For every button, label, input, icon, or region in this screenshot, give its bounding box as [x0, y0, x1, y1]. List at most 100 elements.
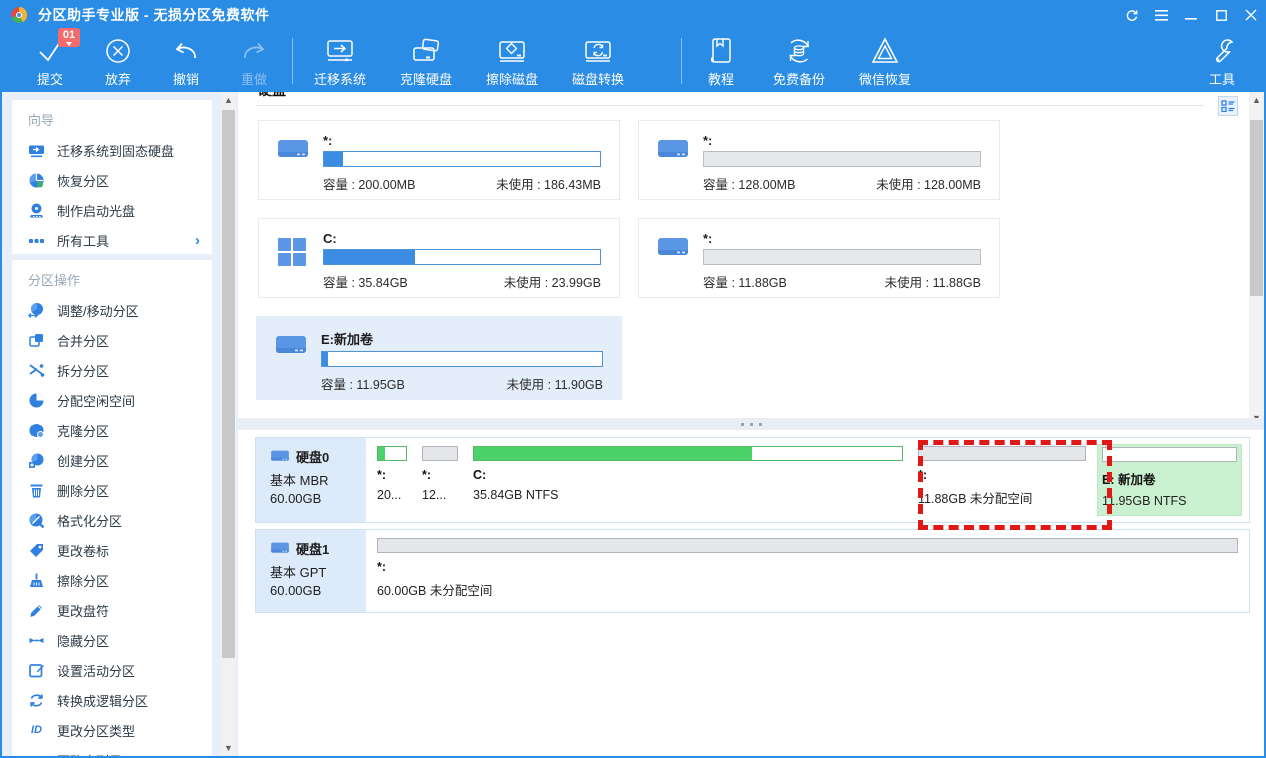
disk-header-cell[interactable]: 硬盘1 基本 GPT 60.00GB	[256, 530, 366, 612]
sidebar-item-create-partition[interactable]: 创建分区	[12, 445, 212, 475]
sidebar-item-change-label[interactable]: 更改卷标	[12, 535, 212, 565]
minimize-button[interactable]	[1176, 0, 1206, 30]
partitions-strip: *: 60.00GB 未分配空间	[366, 530, 1249, 612]
sidebar-item-set-active[interactable]: 设置活动分区	[12, 655, 212, 685]
capacity-label: 容量 : 200.00MB	[323, 174, 415, 193]
wechat-recovery-button[interactable]: 微信恢复	[842, 34, 928, 88]
sidebar-item-format-partition[interactable]: 格式化分区	[12, 505, 212, 535]
clone-disk-button[interactable]: 克隆硬盘	[383, 34, 469, 88]
partition-cell[interactable]: *: 20...	[373, 444, 411, 516]
capacity-label: 容量 : 35.84GB	[323, 272, 408, 291]
volumes-panel: 硬盘 *: 容量 : 200.00MB 未使用 : 186.43MB *:	[238, 92, 1264, 418]
disk-header-cell[interactable]: 硬盘0 基本 MBR 60.00GB	[256, 438, 366, 522]
pending-operations-badge: 01	[58, 28, 80, 47]
capacity-label: 容量 : 11.88GB	[703, 272, 787, 291]
partitions-strip: *: 20... *: 12... C: 35.84GB NTFS *: 11.…	[366, 438, 1249, 522]
migrate-system-button[interactable]: 迁移系统	[297, 34, 383, 88]
wechat-recovery-icon	[868, 34, 902, 68]
sidebar-item-resize-move[interactable]: 调整/移动分区	[12, 295, 212, 325]
tutorial-button[interactable]: 教程	[686, 34, 756, 88]
main-scrollbar[interactable]: ▲ ▼	[1249, 92, 1264, 426]
volume-card[interactable]: *: 容量 : 128.00MB 未使用 : 128.00MB	[638, 120, 1000, 200]
disk-type: 基本 MBR	[270, 470, 366, 489]
panel-splitter[interactable]	[238, 418, 1264, 430]
toolbar-separator	[681, 38, 682, 84]
clone-disk-icon	[409, 34, 443, 68]
split-partition-icon	[28, 362, 45, 379]
free-backup-button[interactable]: 免费备份	[756, 34, 842, 88]
sidebar-item-boot-disc[interactable]: 制作启动光盘	[12, 195, 212, 225]
change-letter-icon	[28, 602, 45, 619]
close-button[interactable]	[1236, 0, 1266, 30]
unused-label: 未使用 : 186.43MB	[496, 174, 601, 193]
sidebar-item-split[interactable]: 拆分分区	[12, 355, 212, 385]
sidebar-item-delete-partition[interactable]: 删除分区	[12, 475, 212, 505]
sidebar-item-all-tools[interactable]: 所有工具 ›	[12, 225, 212, 255]
wizard-section: 向导 迁移系统到固态硬盘 恢复分区 制作启动光盘 所有工具 ›	[12, 100, 212, 254]
sidebar-item-change-letter[interactable]: 更改盘符	[12, 595, 212, 625]
refresh-button[interactable]	[1116, 0, 1146, 30]
partition-cell[interactable]: C: 35.84GB NTFS	[469, 444, 907, 516]
usage-bar	[703, 249, 981, 265]
undo-button[interactable]: 撤销	[152, 34, 220, 88]
sidebar-item-recover-partition[interactable]: 恢复分区	[12, 165, 212, 195]
maximize-button[interactable]	[1206, 0, 1236, 30]
sidebar-item-merge[interactable]: 合并分区	[12, 325, 212, 355]
sidebar-item-clone-partition[interactable]: 克隆分区	[12, 415, 212, 445]
redo-arrow-icon	[239, 34, 269, 68]
disk-convert-icon	[581, 34, 615, 68]
scrollbar-thumb[interactable]	[1250, 120, 1263, 296]
wipe-disk-button[interactable]: 擦除磁盘	[469, 34, 555, 88]
sidebar-item-wipe-partition[interactable]: 擦除分区	[12, 565, 212, 595]
partition-cell-selected[interactable]: E: 新加卷 11.95GB NTFS	[1097, 444, 1242, 516]
resize-move-icon	[28, 302, 45, 319]
unused-label: 未使用 : 11.88GB	[885, 272, 981, 291]
disk-row: 硬盘1 基本 GPT 60.00GB *: 60.00GB 未分配空间	[255, 529, 1250, 613]
partition-usage-bar	[1102, 447, 1237, 462]
sidebar-item-migrate-system[interactable]: 迁移系统到固态硬盘	[12, 135, 212, 165]
submit-button[interactable]: 01 提交	[16, 34, 84, 88]
sidebar-scrollbar[interactable]: ▲ ▼	[221, 92, 236, 756]
volume-card[interactable]: *: 容量 : 200.00MB 未使用 : 186.43MB	[258, 120, 620, 200]
disk-volume-icon	[275, 329, 309, 389]
disk-type: 基本 GPT	[270, 562, 366, 581]
partition-cell-unallocated[interactable]: *: 60.00GB 未分配空间	[373, 536, 1242, 606]
discard-button[interactable]: 放弃	[84, 34, 152, 88]
disk-volume-icon	[277, 133, 311, 189]
sidebar-item-hide-partition[interactable]: 隐藏分区	[12, 625, 212, 655]
scroll-up-arrow[interactable]: ▲	[1249, 92, 1264, 108]
sidebar-item-convert-logical[interactable]: 转换成逻辑分区	[12, 685, 212, 715]
view-toggle-button[interactable]	[1218, 96, 1238, 116]
scroll-up-arrow[interactable]: ▲	[221, 92, 236, 108]
tools-button[interactable]: 工具	[1188, 34, 1256, 88]
change-type-icon: ID	[28, 722, 45, 739]
volume-card-selected[interactable]: E:新加卷 容量 : 11.95GB 未使用 : 11.90GB	[256, 316, 622, 400]
erase-disk-icon	[495, 34, 529, 68]
partition-cell[interactable]: *: 12...	[418, 444, 462, 516]
check-icon: 01	[36, 34, 64, 68]
format-partition-icon	[28, 512, 45, 529]
hide-partition-icon	[28, 632, 45, 649]
scrollbar-thumb[interactable]	[222, 110, 235, 658]
disk-section-label: 硬盘	[258, 92, 286, 98]
create-partition-icon	[28, 452, 45, 469]
volume-name: *:	[703, 231, 981, 246]
disk-size: 60.00GB	[270, 583, 366, 598]
sidebar-item-allocate-free-space[interactable]: 分配空闲空间	[12, 385, 212, 415]
sidebar-item-change-type[interactable]: ID 更改分区类型	[12, 715, 212, 745]
unused-label: 未使用 : 11.90GB	[507, 374, 603, 393]
volume-card[interactable]: C: 容量 : 35.84GB 未使用 : 23.99GB	[258, 218, 620, 298]
disk-convert-button[interactable]: 磁盘转换	[555, 34, 641, 88]
set-active-icon	[28, 662, 45, 679]
scroll-down-arrow[interactable]: ▼	[221, 740, 236, 756]
migrate-disk-icon	[28, 142, 45, 159]
migrate-system-icon	[323, 34, 357, 68]
merge-partition-icon	[28, 332, 45, 349]
redo-button[interactable]: 重做	[220, 34, 288, 88]
usage-bar	[323, 249, 601, 265]
partition-usage-bar	[473, 446, 903, 461]
partition-cell-unallocated[interactable]: *: 11.88GB 未分配空间	[914, 444, 1090, 516]
menu-icon[interactable]	[1146, 0, 1176, 30]
volume-card[interactable]: *: 容量 : 11.88GB 未使用 : 11.88GB	[638, 218, 1000, 298]
allocate-free-space-icon	[28, 392, 45, 409]
